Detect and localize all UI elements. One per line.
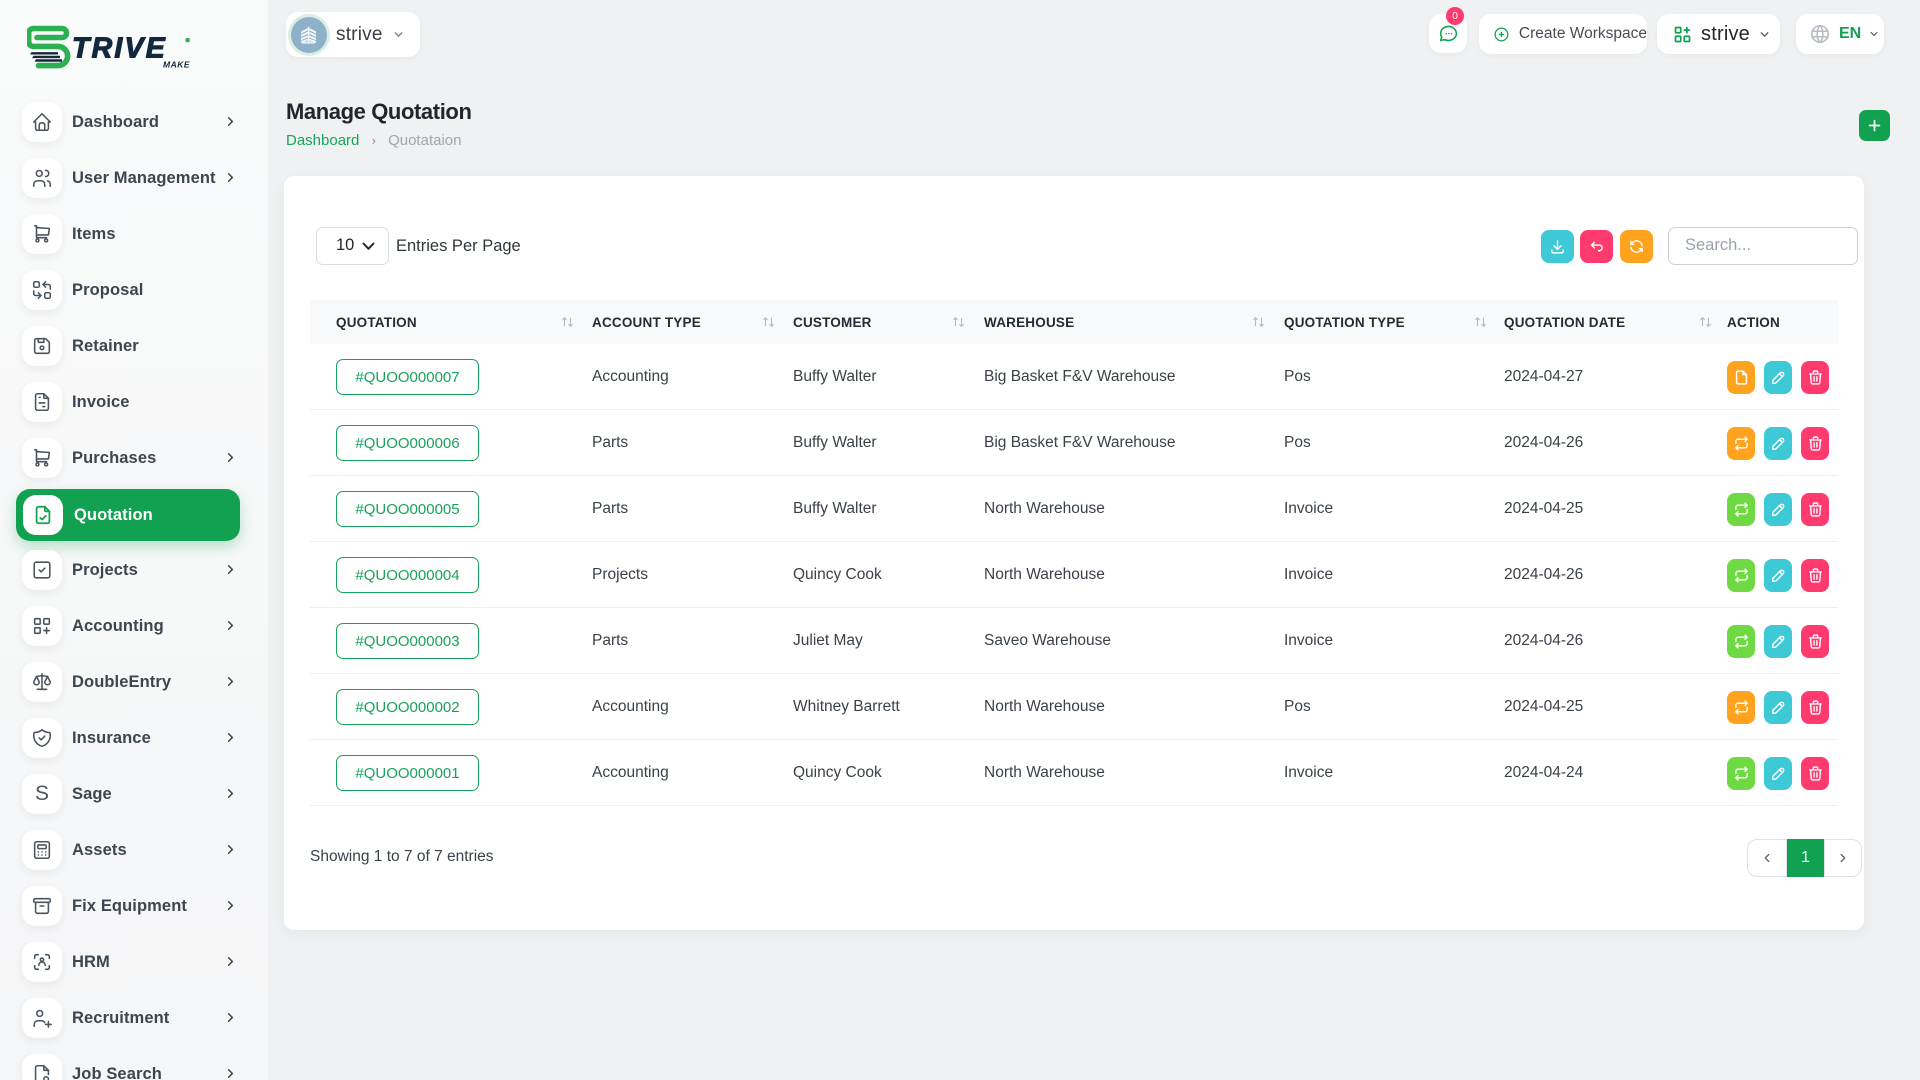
- svg-text:TRIVE: TRIVE: [72, 33, 167, 65]
- svg-text:MAKE: MAKE: [163, 60, 190, 70]
